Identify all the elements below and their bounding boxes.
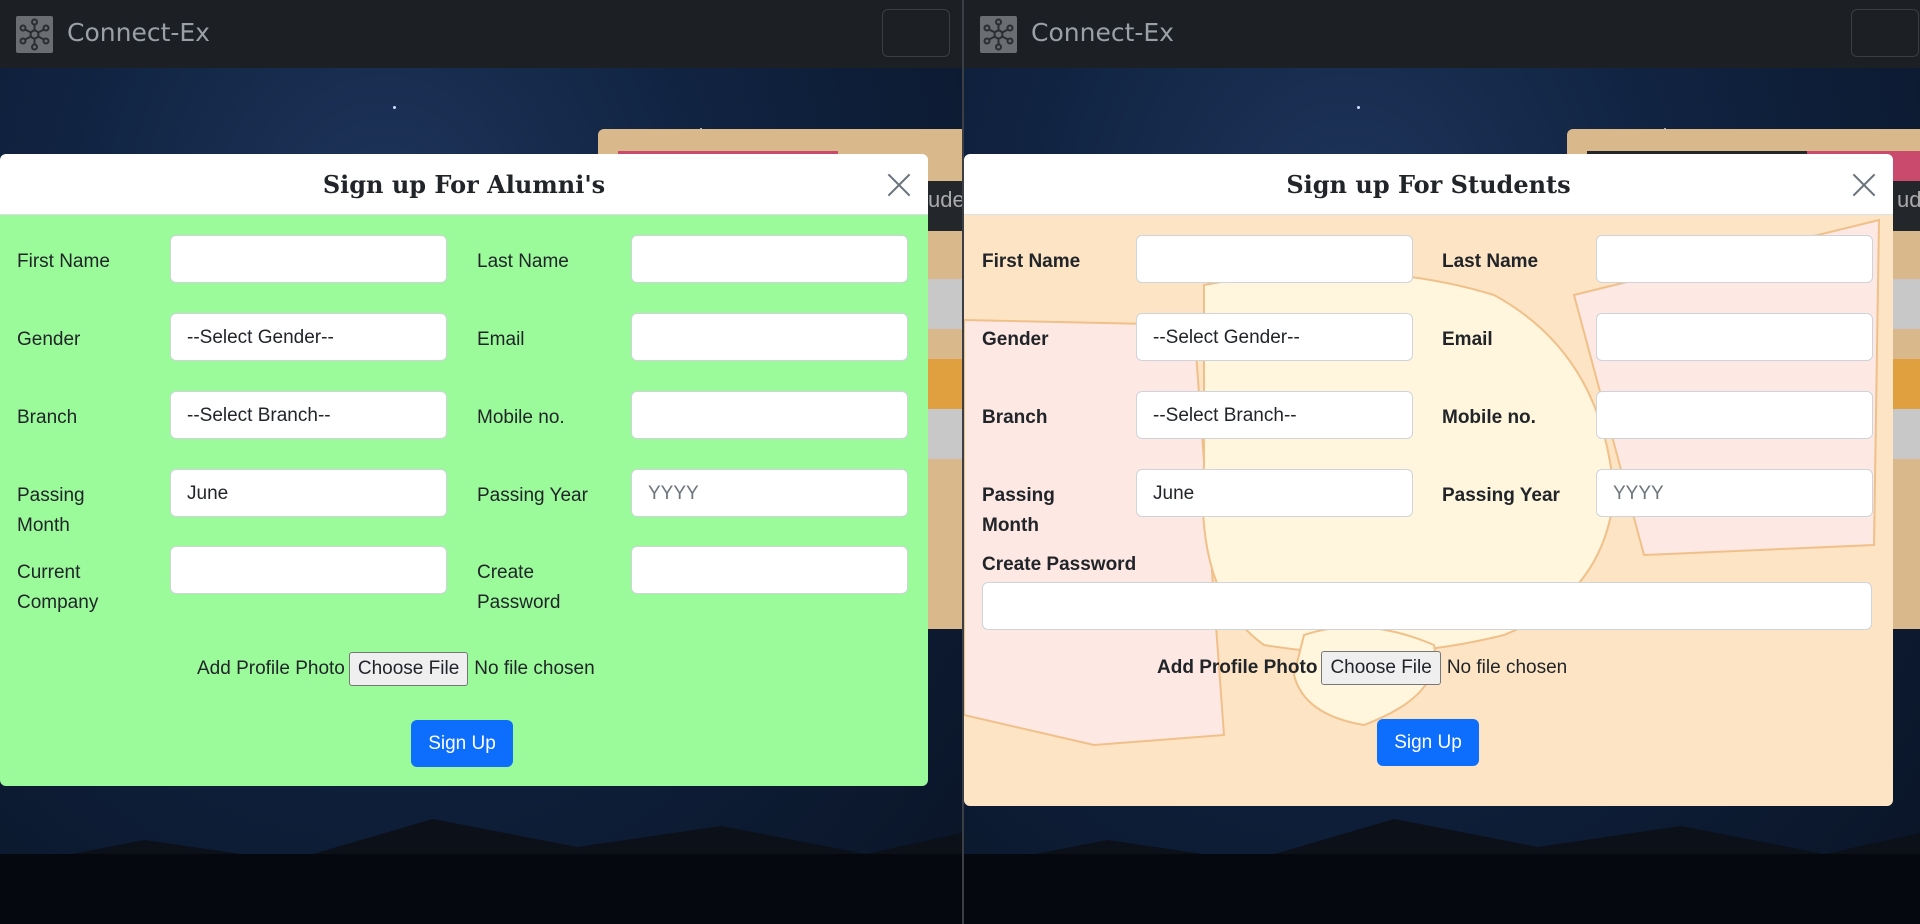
network-logo-icon[interactable] — [980, 16, 1017, 53]
branch-select[interactable]: --Select Branch-- — [170, 391, 447, 439]
navbar-toggler-button[interactable] — [1851, 9, 1919, 57]
create-password-label: Create Password — [982, 554, 1137, 575]
branch-label: Branch — [982, 407, 1048, 428]
students-pane: Connect-Ex ude Sign up For Students — [962, 0, 1920, 924]
branch-label: Branch — [17, 407, 78, 428]
passing-month-select[interactable]: June — [170, 469, 447, 517]
sign-up-button[interactable]: Sign Up — [1377, 719, 1479, 766]
current-company-input[interactable] — [170, 546, 447, 594]
sign-up-button[interactable]: Sign Up — [411, 720, 513, 767]
choose-file-button[interactable]: Choose File — [1321, 650, 1441, 685]
file-status: No file chosen — [474, 658, 595, 679]
close-icon[interactable] — [886, 172, 912, 198]
passing-month-label-line2: Month — [982, 515, 1039, 536]
navbar: Connect-Ex — [964, 0, 1920, 68]
branch-select[interactable]: --Select Branch-- — [1136, 391, 1413, 439]
create-password-input[interactable] — [631, 546, 908, 594]
last-name-input[interactable] — [631, 235, 908, 283]
email-label: Email — [1442, 329, 1493, 350]
brand-name[interactable]: Connect-Ex — [67, 18, 210, 47]
students-signup-modal: Sign up For Students First Name Last Nam… — [964, 154, 1893, 806]
alumni-form: First Name Last Name Gender --Select Gen… — [0, 215, 928, 786]
alumni-pane: Connect-Ex ude Sign up For Alumni's Firs… — [0, 0, 962, 924]
current-company-label-line1: Current — [17, 562, 81, 583]
first-name-label: First Name — [982, 251, 1081, 272]
passing-year-input[interactable]: YYYY — [631, 469, 908, 517]
modal-header: Sign up For Students — [964, 154, 1893, 215]
first-name-label: First Name — [17, 251, 110, 272]
mobile-label: Mobile no. — [1442, 407, 1536, 428]
create-password-input[interactable] — [982, 582, 1872, 630]
create-password-label-line1: Create — [477, 562, 535, 583]
gender-select[interactable]: --Select Gender-- — [1136, 313, 1413, 361]
passing-month-label-line1: Passing — [982, 485, 1055, 506]
last-name-label: Last Name — [477, 251, 569, 272]
navbar-toggler-button[interactable] — [882, 9, 950, 57]
last-name-label: Last Name — [1442, 251, 1539, 272]
mobile-input[interactable] — [631, 391, 908, 439]
modal-header: Sign up For Alumni's — [0, 154, 928, 215]
passing-year-label: Passing Year — [1442, 485, 1560, 506]
profile-photo-row: Add Profile Photo Choose File No file chos… — [1157, 650, 1567, 686]
passing-year-label: Passing Year — [477, 485, 588, 506]
passing-year-input[interactable]: YYYY — [1596, 469, 1873, 517]
last-name-input[interactable] — [1596, 235, 1873, 283]
modal-title: Sign up For Students — [1286, 170, 1571, 199]
profile-photo-row: Add Profile Photo Choose File No file chos… — [197, 651, 595, 687]
bg-peek-text: ude — [928, 187, 962, 212]
passing-month-label-line2: Month — [17, 515, 70, 536]
current-company-label-line2: Company — [17, 592, 99, 613]
first-name-input[interactable] — [1136, 235, 1413, 283]
students-form: First Name Last Name Gender --Select Gen… — [964, 215, 1893, 806]
gender-label: Gender — [982, 329, 1049, 350]
mobile-label: Mobile no. — [477, 407, 565, 428]
network-logo-icon[interactable] — [16, 16, 53, 53]
choose-file-button[interactable]: Choose File — [348, 651, 469, 686]
add-photo-label: Add Profile Photo — [197, 658, 345, 679]
add-photo-label: Add Profile Photo — [1157, 657, 1318, 678]
email-input[interactable] — [1596, 313, 1873, 361]
close-icon[interactable] — [1851, 172, 1877, 198]
first-name-input[interactable] — [170, 235, 447, 283]
email-input[interactable] — [631, 313, 908, 361]
modal-title: Sign up For Alumni's — [322, 170, 606, 199]
gender-select[interactable]: --Select Gender-- — [170, 313, 447, 361]
navbar: Connect-Ex — [0, 0, 962, 68]
passing-month-select[interactable]: June — [1136, 469, 1413, 517]
email-label: Email — [477, 329, 525, 350]
alumni-signup-modal: Sign up For Alumni's First Name Last Nam… — [0, 154, 928, 786]
file-status: No file chosen — [1446, 657, 1568, 678]
passing-month-label-line1: Passing — [17, 485, 85, 506]
mobile-input[interactable] — [1596, 391, 1873, 439]
create-password-label-line2: Password — [477, 592, 561, 613]
gender-label: Gender — [17, 329, 81, 350]
bg-peek-text: ude — [1897, 187, 1920, 212]
brand-name[interactable]: Connect-Ex — [1031, 18, 1174, 47]
